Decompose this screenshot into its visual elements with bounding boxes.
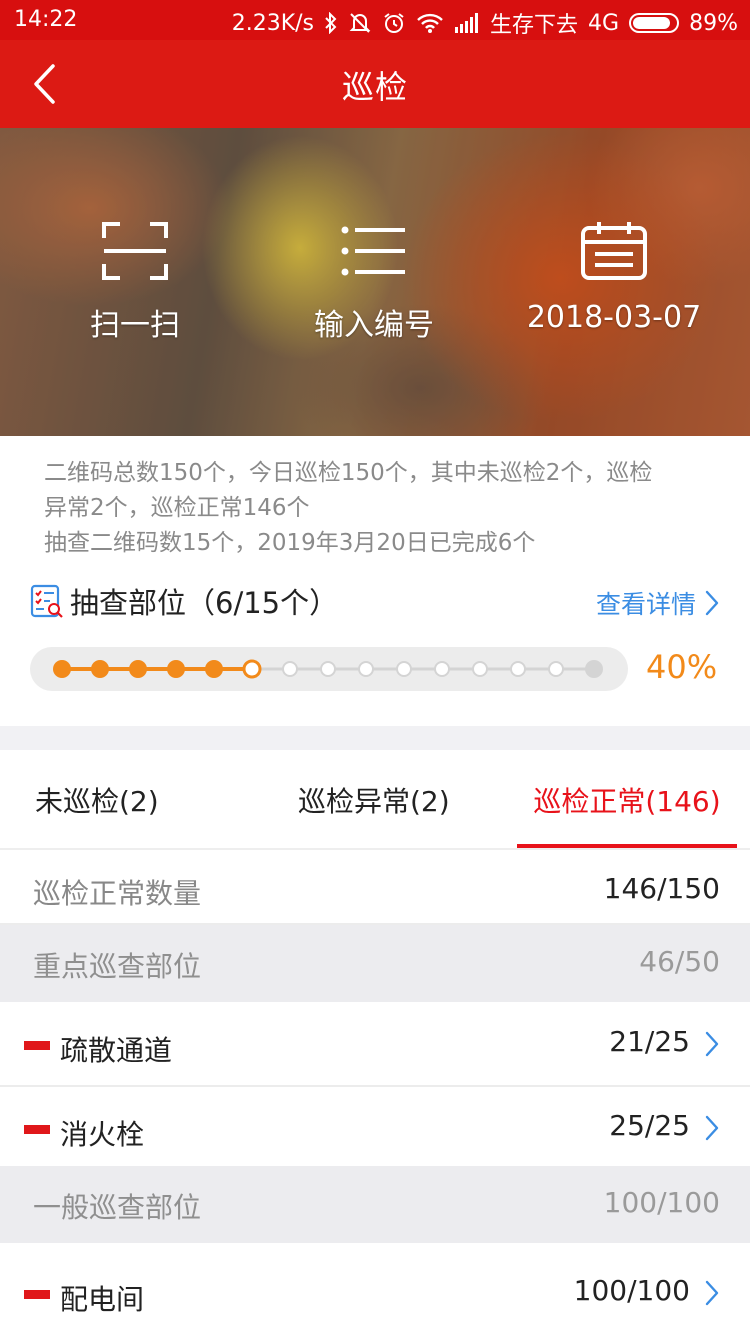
nav-bar: 巡检 — [0, 40, 750, 128]
red-marker — [24, 1290, 50, 1299]
section-header-general: 一般巡查部位 100/100 — [0, 1166, 750, 1243]
list-item-evacuation-route[interactable]: 疏散通道 21/25 — [0, 1003, 750, 1085]
date-label: 2018-03-07 — [526, 300, 702, 335]
page-title: 巡检 — [341, 68, 408, 106]
view-details-label: 查看详情 — [595, 590, 696, 619]
calendar-icon — [581, 222, 647, 280]
progress-dot-done — [167, 660, 185, 678]
total-normal-value: 146/150 — [603, 872, 720, 905]
section-value: 46/50 — [639, 945, 720, 978]
status-bar: 14:22 2.23K/s 生存下去 4G 89% — [0, 0, 750, 40]
wifi-icon — [416, 12, 444, 34]
total-normal-label: 巡检正常数量 — [33, 877, 202, 910]
bluetooth-icon — [324, 12, 338, 34]
tab-not-inspected[interactable]: 未巡检(2) — [35, 750, 159, 850]
summary-line: 异常2个，巡检正常146个 — [44, 495, 310, 521]
list-item-power-room[interactable]: 配电间 100/100 — [0, 1252, 750, 1334]
section-label: 重点巡查部位 — [33, 950, 202, 983]
mute-icon — [348, 12, 372, 34]
progress-dot-pending — [320, 661, 336, 677]
progress-dot-pending — [396, 661, 412, 677]
spot-check-progress — [30, 647, 628, 691]
chevron-right-icon — [705, 590, 719, 616]
chevron-right-icon — [705, 1115, 719, 1141]
chevron-right-icon — [705, 1280, 719, 1306]
item-value: 100/100 — [573, 1274, 690, 1307]
battery-percent: 89% — [689, 10, 738, 36]
summary-text: 二维码总数150个，今日巡检150个，其中未巡检2个，巡检 异常2个，巡检正常1… — [44, 456, 724, 561]
progress-dot-done — [129, 660, 147, 678]
progress-dot-done — [53, 660, 71, 678]
progress-percent: 40% — [646, 648, 718, 686]
red-marker — [24, 1041, 50, 1050]
tab-abnormal[interactable]: 巡检异常(2) — [298, 750, 450, 850]
chevron-right-icon — [705, 1031, 719, 1057]
item-value: 21/25 — [609, 1025, 690, 1058]
scan-button[interactable]: 扫一扫 — [25, 220, 245, 344]
summary-line: 抽查二维码数15个，2019年3月20日已完成6个 — [44, 530, 536, 556]
hero-banner: 扫一扫 输入编号 2018-03-07 — [0, 128, 750, 436]
progress-dot-done — [91, 660, 109, 678]
scan-icon — [102, 222, 168, 280]
active-tab-indicator — [517, 844, 737, 848]
progress-dot-done — [205, 660, 223, 678]
progress-dot-pending — [434, 661, 450, 677]
tab-normal[interactable]: 巡检正常(146) — [517, 750, 737, 850]
progress-dot-pending — [282, 661, 298, 677]
summary-line: 二维码总数150个，今日巡检150个，其中未巡检2个，巡检 — [44, 460, 653, 486]
progress-dot-pending — [358, 661, 374, 677]
item-label: 消火栓 — [60, 1118, 145, 1151]
scan-label: 扫一扫 — [90, 308, 180, 343]
progress-dot-current — [242, 659, 262, 679]
section-divider — [0, 726, 750, 750]
status-time: 14:22 — [14, 7, 78, 32]
total-normal-row: 巡检正常数量 146/150 — [0, 852, 750, 925]
status-right: 2.23K/s 生存下去 4G 89% — [232, 7, 738, 39]
view-details-link[interactable]: 查看详情 — [596, 585, 720, 621]
section-label: 一般巡查部位 — [33, 1191, 202, 1224]
network-type: 4G — [588, 10, 620, 36]
input-number-label: 输入编号 — [314, 308, 434, 343]
progress-dot-pending — [548, 661, 564, 677]
battery-icon — [629, 13, 680, 33]
network-speed: 2.23K/s — [231, 10, 315, 36]
carrier-name: 生存下去 — [490, 13, 579, 38]
item-value: 25/25 — [609, 1109, 690, 1142]
list-item-fire-hydrant[interactable]: 消火栓 25/25 — [0, 1087, 750, 1169]
item-label: 疏散通道 — [60, 1034, 173, 1067]
section-header-key: 重点巡查部位 46/50 — [0, 925, 750, 1002]
date-picker-button[interactable]: 2018-03-07 — [504, 220, 724, 335]
status-tabs: 未巡检(2) 巡检异常(2) 巡检正常(146) — [0, 750, 750, 850]
item-label: 配电间 — [60, 1283, 145, 1316]
progress-dot-pending — [510, 661, 526, 677]
checklist-icon — [30, 584, 63, 618]
red-marker — [24, 1125, 50, 1134]
spot-check-title: 抽查部位（6/15个） — [70, 586, 339, 620]
alarm-icon — [382, 12, 406, 34]
spot-check-header: 抽查部位（6/15个） — [30, 580, 338, 622]
progress-dot-end — [585, 660, 603, 678]
progress-dot-pending — [472, 661, 488, 677]
progress-track — [53, 659, 603, 679]
section-value: 100/100 — [603, 1186, 720, 1219]
input-number-button[interactable]: 输入编号 — [264, 220, 484, 344]
list-icon — [341, 226, 405, 276]
signal-icon — [454, 13, 480, 33]
